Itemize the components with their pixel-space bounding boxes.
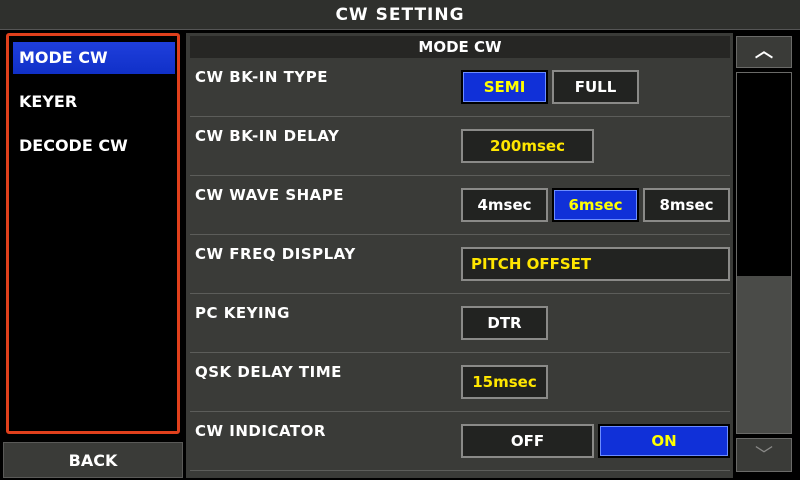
settings-menu: MODE CW KEYER DECODE CW — [6, 33, 180, 434]
cw-indicator-label: CW INDICATOR — [195, 422, 326, 440]
menu-item-mode-cw[interactable]: MODE CW — [13, 42, 175, 74]
bk-in-delay-value[interactable]: 200msec — [461, 129, 594, 163]
back-button[interactable]: BACK — [3, 442, 183, 478]
cw-indicator-on-button[interactable]: ON — [598, 424, 730, 458]
bk-in-type-full-button[interactable]: FULL — [552, 70, 639, 104]
wave-shape-label: CW WAVE SHAPE — [195, 186, 345, 204]
bk-in-type-label: CW BK-IN TYPE — [195, 68, 328, 86]
chevron-up-icon: ︿ — [755, 41, 773, 62]
freq-display-label: CW FREQ DISPLAY — [195, 245, 356, 263]
cw-indicator-off-button[interactable]: OFF — [461, 424, 594, 458]
qsk-delay-value[interactable]: 15msec — [461, 365, 548, 399]
row-divider — [190, 352, 730, 353]
scroll-up-button[interactable]: ︿ — [736, 36, 792, 68]
pc-keying-value[interactable]: DTR — [461, 306, 548, 340]
menu-item-decode-cw[interactable]: DECODE CW — [13, 130, 175, 162]
row-divider — [190, 175, 730, 176]
freq-display-value[interactable]: PITCH OFFSET — [461, 247, 730, 281]
wave-shape-6msec-button[interactable]: 6msec — [552, 188, 639, 222]
wave-shape-8msec-button[interactable]: 8msec — [643, 188, 730, 222]
window-title: CW SETTING — [0, 0, 800, 30]
scroll-down-button[interactable]: ﹀ — [736, 438, 792, 472]
row-divider — [190, 234, 730, 235]
bk-in-delay-label: CW BK-IN DELAY — [195, 127, 340, 145]
bk-in-type-semi-button[interactable]: SEMI — [461, 70, 548, 104]
row-divider — [190, 411, 730, 412]
row-divider — [190, 470, 730, 471]
chevron-down-icon: ﹀ — [755, 445, 773, 466]
pc-keying-label: PC KEYING — [195, 304, 290, 322]
row-divider — [190, 116, 730, 117]
qsk-delay-label: QSK DELAY TIME — [195, 363, 342, 381]
panel-header: MODE CW — [190, 36, 730, 58]
menu-item-keyer[interactable]: KEYER — [13, 86, 175, 118]
wave-shape-4msec-button[interactable]: 4msec — [461, 188, 548, 222]
row-divider — [190, 293, 730, 294]
scrollbar-thumb[interactable] — [737, 276, 791, 433]
